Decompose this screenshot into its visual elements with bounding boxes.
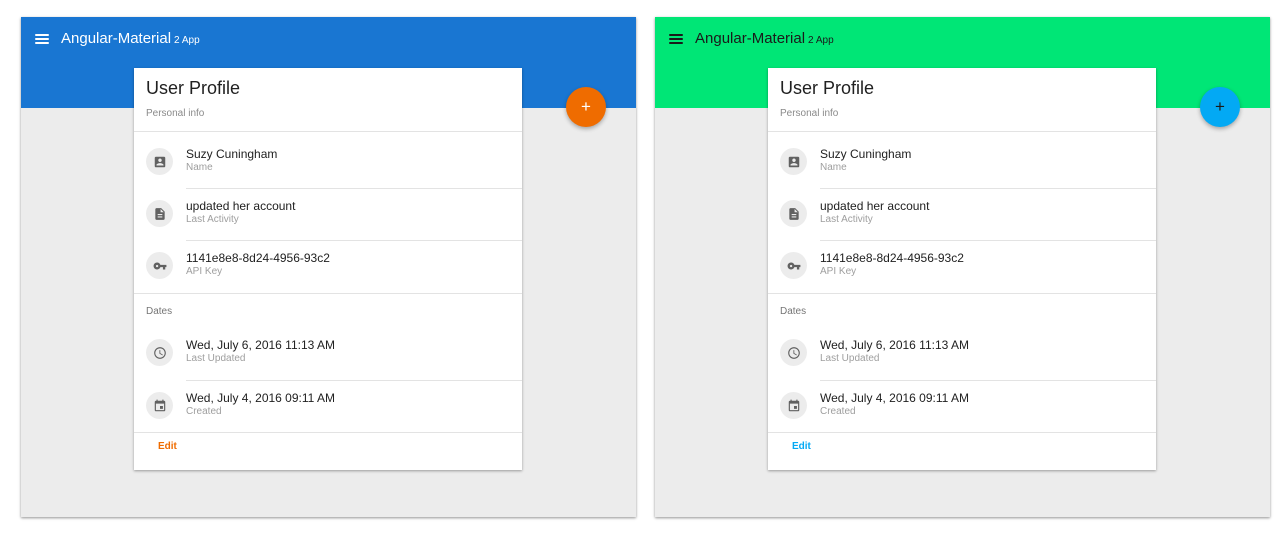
item-primary-text: Wed, July 4, 2016 09:11 AM (820, 391, 969, 405)
item-primary-text: Wed, July 6, 2016 11:13 AM (186, 338, 335, 352)
item-secondary-text: API Key (820, 266, 857, 277)
divider (768, 432, 1156, 433)
app-panel-green-theme: Angular-Material 2 App + User Profile Per… (655, 17, 1270, 517)
list-item-last-activity: updated her account Last Activity (768, 188, 1156, 240)
item-secondary-text: Last Activity (186, 214, 239, 225)
item-primary-text: updated her account (186, 199, 296, 213)
menu-icon[interactable] (669, 33, 683, 45)
clock-icon (146, 339, 173, 366)
item-primary-text: 1141e8e8-8d24-4956-93c2 (186, 251, 330, 265)
app-title-suffix: 2 App (174, 35, 200, 46)
dates-section-header: Dates (146, 306, 173, 317)
divider (768, 131, 1156, 132)
plus-icon: + (1215, 97, 1225, 116)
edit-button[interactable]: Edit (786, 438, 817, 455)
item-primary-text: Wed, July 6, 2016 11:13 AM (820, 338, 969, 352)
item-secondary-text: Last Updated (186, 353, 246, 364)
document-icon (146, 200, 173, 227)
item-secondary-text: Last Activity (820, 214, 873, 225)
item-primary-text: 1141e8e8-8d24-4956-93c2 (820, 251, 964, 265)
list-item-name: Suzy Cuningham Name (134, 136, 522, 188)
list-item-last-activity: updated her account Last Activity (134, 188, 522, 240)
item-secondary-text: API Key (186, 266, 223, 277)
app-title-text: Angular-Material (695, 30, 806, 47)
item-secondary-text: Name (820, 162, 847, 173)
divider (768, 293, 1156, 294)
item-secondary-text: Created (186, 406, 222, 417)
divider (134, 432, 522, 433)
edit-button[interactable]: Edit (152, 438, 183, 455)
calendar-icon (780, 392, 807, 419)
card-title: User Profile (146, 78, 241, 98)
item-primary-text: Suzy Cuningham (186, 147, 278, 161)
document-icon (780, 200, 807, 227)
list-item-last-updated: Wed, July 6, 2016 11:13 AM Last Updated (768, 327, 1156, 379)
menu-icon[interactable] (35, 33, 49, 45)
list-item-api-key: 1141e8e8-8d24-4956-93c2 API Key (134, 240, 522, 292)
key-icon (780, 252, 807, 279)
add-fab-button[interactable]: + (1200, 87, 1240, 127)
app-panel-blue-theme: Angular-Material 2 App + User Profile Per… (21, 17, 636, 517)
divider (134, 293, 522, 294)
user-profile-card: User Profile Personal info Suzy Cuningha… (768, 68, 1156, 470)
item-secondary-text: Name (186, 162, 213, 173)
list-item-created: Wed, July 4, 2016 09:11 AM Created (768, 380, 1156, 432)
app-title-text: Angular-Material (61, 30, 172, 47)
item-primary-text: updated her account (820, 199, 930, 213)
card-subtitle: Personal info (146, 108, 205, 119)
item-primary-text: Wed, July 4, 2016 09:11 AM (186, 391, 335, 405)
clock-icon (780, 339, 807, 366)
calendar-icon (146, 392, 173, 419)
list-item-api-key: 1141e8e8-8d24-4956-93c2 API Key (768, 240, 1156, 292)
app-title: Angular-Material 2 App (695, 30, 834, 47)
dates-section-header: Dates (780, 306, 807, 317)
card-title: User Profile (780, 78, 875, 98)
list-item-last-updated: Wed, July 6, 2016 11:13 AM Last Updated (134, 327, 522, 379)
app-title-suffix: 2 App (808, 35, 834, 46)
item-secondary-text: Last Updated (820, 353, 880, 364)
divider (134, 131, 522, 132)
user-profile-card: User Profile Personal info Suzy Cuningha… (134, 68, 522, 470)
app-title: Angular-Material 2 App (61, 30, 200, 47)
add-fab-button[interactable]: + (566, 87, 606, 127)
card-subtitle: Personal info (780, 108, 839, 119)
list-item-created: Wed, July 4, 2016 09:11 AM Created (134, 380, 522, 432)
key-icon (146, 252, 173, 279)
list-item-name: Suzy Cuningham Name (768, 136, 1156, 188)
contact-card-icon (780, 148, 807, 175)
contact-card-icon (146, 148, 173, 175)
plus-icon: + (581, 97, 591, 116)
item-secondary-text: Created (820, 406, 856, 417)
item-primary-text: Suzy Cuningham (820, 147, 912, 161)
